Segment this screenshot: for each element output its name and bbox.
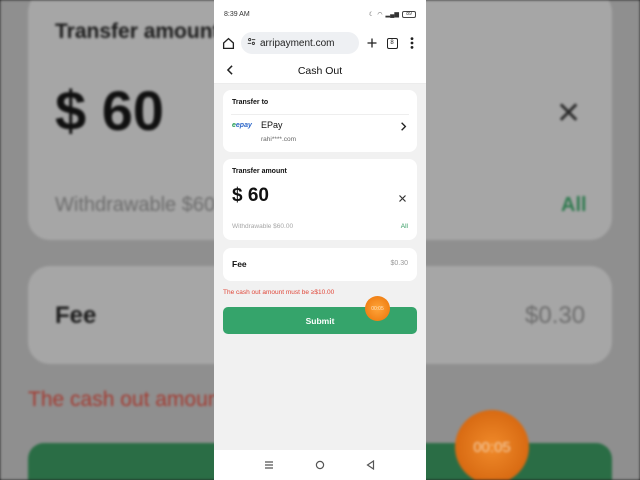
bg-all-link: All [561, 194, 587, 216]
recent-apps-icon[interactable] [262, 458, 276, 472]
transfer-amount-label: Transfer amount [232, 168, 287, 175]
bg-timer-overlay: 00:05 [455, 410, 529, 480]
fee-value: $0.30 [390, 260, 408, 267]
epay-logo-text: epay [235, 122, 252, 129]
moon-icon: ☾ [368, 11, 375, 18]
url-text: arripayment.com [260, 37, 335, 49]
battery-icon: 89 [402, 10, 416, 18]
bg-withdrawable: Withdrawable $60 [55, 194, 216, 216]
epay-logo: eepay [232, 122, 252, 129]
chevron-right-icon[interactable] [400, 118, 410, 131]
more-menu-icon[interactable] [405, 36, 419, 50]
tab-count: 8 [386, 37, 398, 49]
divider [231, 114, 409, 115]
fee-label: Fee [232, 259, 247, 269]
site-settings-icon[interactable] [247, 37, 256, 49]
url-bar[interactable]: arripayment.com [241, 32, 359, 54]
bg-close-icon: ✕ [556, 97, 582, 130]
status-time: 8:39 AM [224, 10, 250, 18]
transfer-to-label: Transfer to [232, 99, 269, 106]
status-icons: ☾ ◠ ▂▄▆ 89 [368, 10, 416, 18]
withdrawable-text: Withdrawable $60.00 [232, 223, 294, 230]
bg-fee-value: $0.30 [525, 302, 586, 329]
new-tab-icon[interactable] [365, 36, 379, 50]
system-nav-bar [214, 450, 426, 480]
transfer-to-card[interactable]: Transfer to eepay EPay rahi****.com [223, 90, 417, 152]
payment-method-name: EPay [261, 120, 283, 130]
signal-icon: ▂▄▆ [385, 11, 399, 18]
back-arrow-icon[interactable] [223, 63, 237, 77]
bg-amount: $ 60 [55, 79, 164, 142]
fee-card: Fee $0.30 [223, 248, 417, 281]
home-icon[interactable] [221, 36, 235, 50]
home-nav-icon[interactable] [313, 458, 327, 472]
timer-overlay: 00:05 [365, 296, 390, 321]
page-header: Cash Out [214, 58, 426, 84]
tab-switcher-icon[interactable]: 8 [385, 36, 399, 50]
wifi-icon: ◠ [377, 11, 383, 18]
status-bar: 8:39 AM ☾ ◠ ▂▄▆ 89 [214, 0, 426, 28]
transfer-amount-card: Transfer amount $ 60 Withdrawable $60.00… [223, 159, 417, 240]
bg-fee-label: Fee [55, 302, 97, 329]
phone-screen: 8:39 AM ☾ ◠ ▂▄▆ 89 arripayment.com 8 Cas… [214, 0, 426, 480]
payment-account: rahi****.com [261, 136, 297, 143]
error-message: The cash out amount must be ≥$10.00 [223, 289, 335, 296]
browser-toolbar: arripayment.com 8 [214, 28, 426, 58]
back-nav-icon[interactable] [364, 458, 378, 472]
clear-icon[interactable] [398, 190, 408, 202]
bg-transfer-label: Transfer amount [55, 20, 220, 43]
withdraw-all-link[interactable]: All [401, 223, 408, 230]
amount-input[interactable]: $ 60 [232, 185, 269, 207]
bg-error-text: The cash out amoun [28, 388, 220, 411]
page-title: Cash Out [297, 64, 343, 77]
